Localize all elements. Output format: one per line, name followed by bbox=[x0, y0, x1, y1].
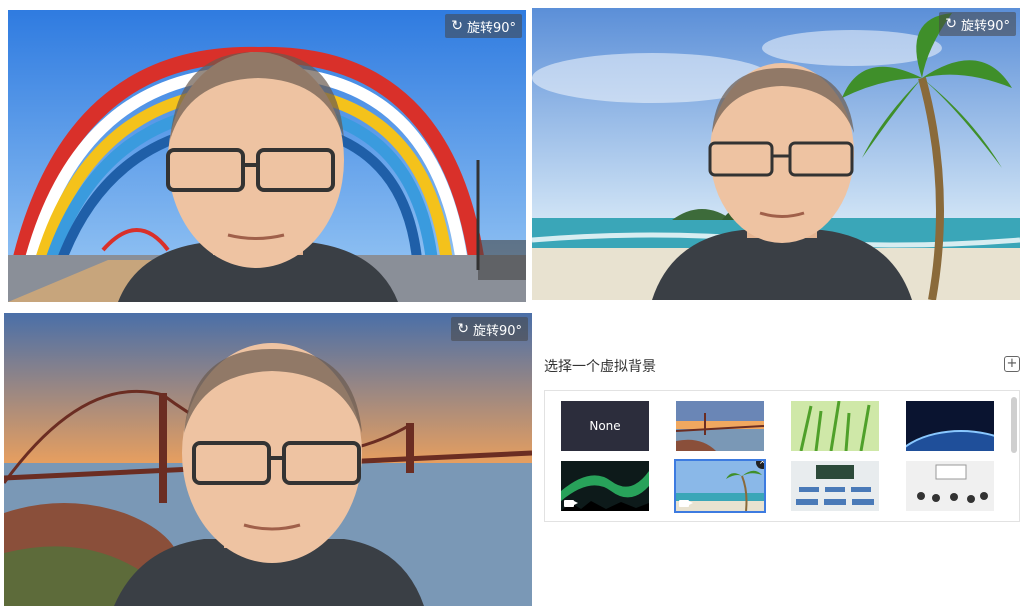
person-figure bbox=[652, 63, 912, 300]
background-thumb-green-grass[interactable] bbox=[791, 401, 879, 451]
person-figure bbox=[114, 343, 424, 606]
classroom-students-image bbox=[906, 461, 994, 511]
background-thumb-beach[interactable]: × bbox=[674, 459, 766, 513]
background-thumb-earth-space[interactable] bbox=[906, 401, 994, 451]
video-icon bbox=[679, 500, 693, 507]
rotate-label: 旋转90° bbox=[472, 323, 522, 339]
virtual-background-title: 选择一个虚拟背景 bbox=[544, 359, 656, 375]
background-thumb-classroom-students[interactable] bbox=[906, 461, 994, 511]
rotate-icon: ↻ bbox=[457, 321, 469, 337]
earth-image bbox=[906, 401, 994, 451]
plus-square-icon[interactable]: + bbox=[1004, 356, 1020, 372]
video-panel-beach: ↻ 旋转90° bbox=[532, 8, 1020, 300]
rotate-icon: ↻ bbox=[945, 16, 957, 32]
background-thumb-classroom-empty[interactable] bbox=[791, 461, 879, 511]
background-thumb-none[interactable]: None bbox=[561, 401, 649, 451]
rotate-button[interactable]: ↻ 旋转90° bbox=[939, 12, 1016, 36]
rotate-label: 旋转90° bbox=[466, 20, 516, 36]
classroom-image bbox=[791, 461, 879, 511]
video-panel-rainbow-bridge: ↻ 旋转90° bbox=[8, 10, 526, 302]
background-thumb-aurora[interactable] bbox=[561, 461, 649, 511]
grass-image bbox=[791, 401, 879, 451]
video-icon bbox=[564, 500, 578, 507]
rotate-icon: ↻ bbox=[451, 18, 463, 34]
video-panel-golden-gate: ↻ 旋转90° bbox=[4, 313, 532, 606]
background-thumb-golden-gate[interactable] bbox=[676, 401, 764, 451]
virtual-background-grid: None × bbox=[544, 390, 1020, 522]
rotate-button[interactable]: ↻ 旋转90° bbox=[445, 14, 522, 38]
golden-gate-image bbox=[676, 401, 764, 451]
person-figure bbox=[118, 51, 398, 302]
none-label: None bbox=[589, 419, 621, 433]
rotate-button[interactable]: ↻ 旋转90° bbox=[451, 317, 528, 341]
scrollbar[interactable] bbox=[1011, 397, 1017, 453]
rotate-label: 旋转90° bbox=[960, 18, 1010, 34]
